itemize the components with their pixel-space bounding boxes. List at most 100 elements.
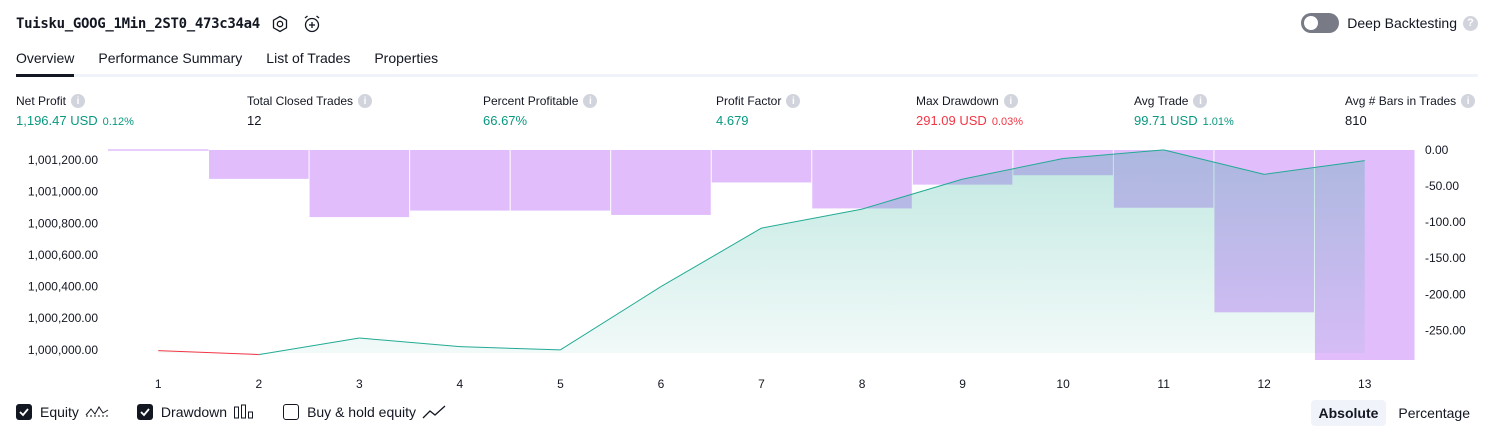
equity-line-segment xyxy=(1063,149,1164,160)
info-icon[interactable]: i xyxy=(71,94,86,108)
stat-value: 1,196.47 USD xyxy=(16,113,98,128)
info-icon[interactable]: i xyxy=(583,94,598,108)
y-right-tick-label: -200.00 xyxy=(1425,287,1466,301)
legend-equity-label: Equity xyxy=(40,404,79,420)
stat-label: Avg Trade xyxy=(1134,94,1189,108)
tab-properties[interactable]: Properties xyxy=(374,46,438,74)
drawdown-bar xyxy=(1214,150,1314,313)
info-icon[interactable]: i xyxy=(786,94,801,108)
equity-line-segment xyxy=(359,337,460,348)
x-tick-label: 9 xyxy=(959,377,966,391)
x-tick-label: 2 xyxy=(255,377,262,391)
alarm-plus-icon xyxy=(304,15,320,33)
add-alert-button[interactable] xyxy=(300,12,324,36)
equity-line-segment xyxy=(660,227,762,288)
deep-backtesting: Deep Backtesting ? xyxy=(1301,13,1478,33)
equity-line-segment xyxy=(761,208,863,229)
drawdown-bar xyxy=(912,150,1013,185)
y-left-tick-label: 1,000,000.00 xyxy=(28,343,98,357)
y-left-tick-label: 1,001,000.00 xyxy=(28,185,98,199)
equity-area xyxy=(158,149,1365,355)
x-tick-label: 13 xyxy=(1358,377,1372,391)
drawdown-bar xyxy=(410,150,510,211)
x-tick-label: 1 xyxy=(155,377,162,391)
stat-avg-bars: Avg # Bars in Trades i 810 xyxy=(1345,94,1476,128)
x-tick-label: 3 xyxy=(356,377,363,391)
equity-line-segment xyxy=(459,346,561,351)
stat-label: Total Closed Trades xyxy=(247,94,354,108)
x-tick-label: 10 xyxy=(1056,377,1070,391)
info-icon[interactable]: i xyxy=(358,94,373,108)
equity-checkbox[interactable] xyxy=(16,404,32,420)
x-tick-label: 8 xyxy=(859,377,866,391)
y-left-tick-label: 1,000,800.00 xyxy=(28,216,98,230)
info-icon[interactable]: i xyxy=(1461,94,1476,108)
settings-button[interactable] xyxy=(268,12,292,36)
stats-row: Net Profit i 1,196.47 USD 0.12% Total Clos… xyxy=(16,94,1478,134)
stat-value: 810 xyxy=(1345,113,1367,128)
stat-sub: 1.01% xyxy=(1202,116,1234,128)
legend-buy-hold[interactable]: Buy & hold equity xyxy=(283,404,446,420)
stat-total-closed-trades: Total Closed Trades i 12 xyxy=(247,94,373,128)
deep-backtesting-toggle[interactable] xyxy=(1301,13,1340,33)
y-left-tick-label: 1,000,600.00 xyxy=(28,248,98,262)
stat-value: 4.679 xyxy=(716,113,749,128)
absolute-button[interactable]: Absolute xyxy=(1310,400,1387,426)
drawdown-bar xyxy=(711,150,812,183)
stat-label: Max Drawdown xyxy=(916,94,999,108)
stat-sub: 0.12% xyxy=(102,116,134,128)
tab-overview[interactable]: Overview xyxy=(16,46,75,77)
scale-mode: Absolute Percentage xyxy=(1307,400,1479,426)
buy-hold-checkbox[interactable] xyxy=(283,404,300,420)
y-right-tick-label: -250.00 xyxy=(1425,323,1466,337)
tab-bar: Overview Performance Summary List of Tra… xyxy=(16,46,1478,77)
deep-backtesting-label: Deep Backtesting xyxy=(1347,15,1457,31)
bar-chart-icon xyxy=(234,404,254,419)
stat-sub: 0.03% xyxy=(991,116,1024,128)
x-tick-label: 7 xyxy=(758,377,765,391)
x-tick-label: 12 xyxy=(1258,377,1272,391)
x-tick-label: 4 xyxy=(457,377,464,391)
legend-drawdown[interactable]: Drawdown xyxy=(136,404,255,420)
strategy-header: Tuisku_GOOG_1Min_2ST0_473c34a4 xyxy=(16,12,324,36)
percentage-button[interactable]: Percentage xyxy=(1390,400,1478,426)
drawdown-checkbox[interactable] xyxy=(136,404,153,420)
x-tick-label: 6 xyxy=(658,377,665,391)
tab-list-of-trades[interactable]: List of Trades xyxy=(266,46,350,74)
trend-line-icon xyxy=(422,405,446,419)
stat-percent-profitable: Percent Profitable i 66.67% xyxy=(483,94,598,128)
drawdown-bar xyxy=(1013,150,1113,176)
strategy-name: Tuisku_GOOG_1Min_2ST0_473c34a4 xyxy=(16,16,260,32)
stat-value: 99.71 USD xyxy=(1134,113,1198,128)
y-left-tick-label: 1,000,400.00 xyxy=(28,280,98,294)
stat-value: 66.67% xyxy=(483,113,528,128)
equity-line-segment xyxy=(861,178,963,210)
y-left-tick-label: 1,000,200.00 xyxy=(28,311,98,325)
info-icon[interactable]: i xyxy=(1193,94,1208,108)
equity-line-segment xyxy=(962,158,1064,180)
equity-line-segment xyxy=(1264,160,1365,175)
x-tick-label: 11 xyxy=(1157,377,1170,391)
stat-max-drawdown: Max Drawdown i 291.09 USD 0.03% xyxy=(916,94,1023,128)
y-left-tick-label: 1,001,200.00 xyxy=(28,153,98,167)
drawdown-bar xyxy=(1113,150,1214,208)
equity-line-segment xyxy=(158,350,259,356)
stat-value: 291.09 USD xyxy=(916,113,987,128)
drawdown-bar xyxy=(611,150,711,215)
stat-net-profit: Net Profit i 1,196.47 USD 0.12% xyxy=(16,94,134,128)
legend-equity[interactable]: Equity xyxy=(16,404,109,420)
equity-line-segment xyxy=(560,286,662,351)
y-right-tick-label: -50.00 xyxy=(1425,179,1459,193)
drawdown-bar xyxy=(1314,150,1415,360)
stat-profit-factor: Profit Factor i 4.679 xyxy=(716,94,801,128)
info-icon[interactable]: i xyxy=(1003,94,1018,108)
drawdown-bar xyxy=(812,150,912,209)
stat-label: Net Profit xyxy=(16,94,67,108)
drawdown-bar xyxy=(510,150,611,211)
tab-performance-summary[interactable]: Performance Summary xyxy=(98,46,242,74)
legend-buy-hold-label: Buy & hold equity xyxy=(307,404,417,420)
legend-drawdown-label: Drawdown xyxy=(160,404,228,420)
help-icon[interactable]: ? xyxy=(1463,15,1478,31)
x-tick-label: 5 xyxy=(557,377,564,391)
y-right-tick-label: -100.00 xyxy=(1425,215,1466,229)
